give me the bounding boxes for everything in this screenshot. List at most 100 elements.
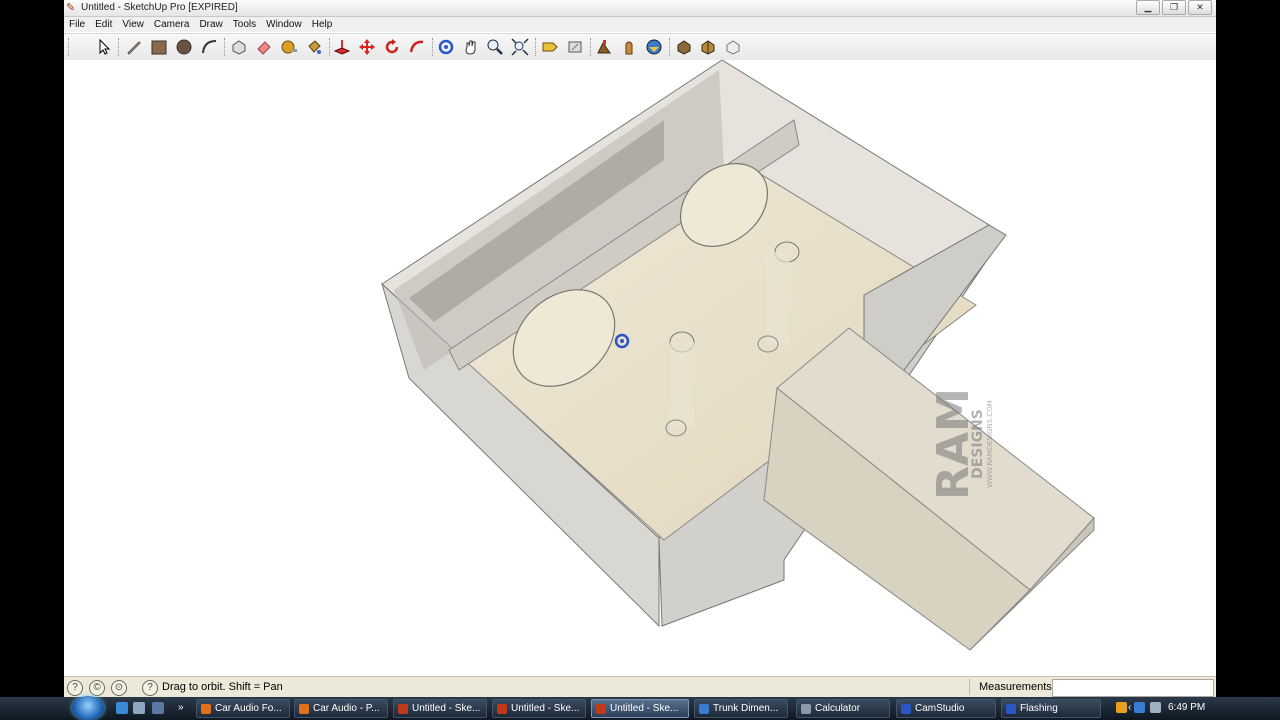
windows-taskbar: » Car Audio Fo... Car Audio - P... Untit… — [0, 696, 1280, 720]
share-model-icon[interactable] — [674, 37, 694, 57]
network-icon[interactable] — [1134, 702, 1145, 713]
taskbar-item[interactable]: Car Audio Fo... — [196, 699, 290, 718]
show-desktop-icon[interactable] — [133, 702, 145, 714]
title-bar: ✎ Untitled - SketchUp Pro [EXPIRED] ▁ ❐ … — [64, 0, 1216, 17]
tray-app-icon[interactable] — [1116, 702, 1127, 713]
firefox-icon — [299, 704, 309, 714]
screen-border-left — [0, 0, 64, 697]
document-icon — [699, 704, 709, 714]
menu-bar: File Edit View Camera Draw Tools Window … — [64, 17, 1216, 32]
taskbar-item[interactable]: CamStudio — [896, 699, 996, 718]
get-components-icon[interactable] — [698, 37, 718, 57]
toolbar-grip — [224, 38, 227, 56]
switch-windows-icon[interactable] — [152, 702, 164, 714]
measurements-label: Measurements — [979, 681, 1052, 693]
port-tube-body-2 — [766, 252, 790, 344]
menu-tools[interactable]: Tools — [228, 19, 261, 30]
taskbar-item-label: Car Audio - P... — [313, 703, 380, 714]
watermark-url: WWW.RAMDESIGNS.COM — [986, 400, 994, 488]
paint-bucket-icon[interactable] — [304, 37, 324, 57]
taskbar-item-label: Untitled - Ske... — [511, 703, 580, 714]
window-title: Untitled - SketchUp Pro [EXPIRED] — [81, 2, 238, 13]
eraser-icon[interactable] — [254, 37, 274, 57]
rectangle-icon[interactable] — [149, 37, 169, 57]
getting-started-toolbar — [64, 33, 1216, 61]
sketchup-icon — [398, 704, 408, 714]
status-message: Drag to orbit. Shift = Pan — [162, 681, 283, 693]
menu-camera[interactable]: Camera — [149, 19, 195, 30]
orbit-icon[interactable] — [436, 37, 456, 57]
help-icon[interactable]: ? — [142, 680, 158, 696]
menu-file[interactable]: File — [64, 19, 90, 30]
toolbar-grip — [669, 38, 672, 56]
menu-window[interactable]: Window — [261, 19, 307, 30]
select-icon[interactable] — [94, 37, 114, 57]
menu-view[interactable]: View — [117, 19, 149, 30]
toolbar-grip[interactable] — [68, 38, 71, 56]
taskbar-item-label: Untitled - Ske... — [610, 703, 679, 714]
sketchup-app-icon: ✎ — [66, 2, 76, 14]
toolbar-grip — [118, 38, 121, 56]
taskbar-item[interactable]: Car Audio - P... — [294, 699, 388, 718]
share-component-icon[interactable] — [723, 37, 743, 57]
status-bar: ? © ⊙ ? Drag to orbit. Shift = Pan Measu… — [64, 676, 1216, 698]
sketchup-icon — [497, 704, 507, 714]
zoom-extents-icon[interactable] — [510, 37, 530, 57]
move-icon[interactable] — [357, 37, 377, 57]
zoom-icon[interactable] — [485, 37, 505, 57]
taskbar-item[interactable]: Trunk Dimen... — [694, 699, 788, 718]
pan-icon[interactable] — [461, 37, 481, 57]
menu-help[interactable]: Help — [307, 19, 338, 30]
next-view-icon[interactable] — [565, 37, 585, 57]
clock[interactable]: 6:49 PM — [1168, 702, 1205, 713]
firefox-icon — [201, 704, 211, 714]
make-component-icon[interactable] — [229, 37, 249, 57]
taskbar-item[interactable]: Untitled - Ske... — [492, 699, 586, 718]
menu-draw[interactable]: Draw — [194, 19, 227, 30]
taskbar-item[interactable]: Flashing — [1001, 699, 1101, 718]
volume-icon[interactable] — [1150, 702, 1161, 713]
toggle-terrain-icon[interactable] — [619, 37, 639, 57]
watermark-sub: DESIGNS — [970, 409, 986, 479]
toolbar-grip — [590, 38, 593, 56]
menu-edit[interactable]: Edit — [90, 19, 117, 30]
pencil-icon[interactable] — [124, 37, 144, 57]
circle-icon[interactable] — [174, 37, 194, 57]
rotate-icon[interactable] — [382, 37, 402, 57]
quick-launch-expand-icon[interactable]: » — [178, 702, 186, 714]
taskbar-item-label: Calculator — [815, 703, 861, 714]
camstudio-icon — [1006, 704, 1016, 714]
ie-icon[interactable] — [116, 702, 128, 714]
sketchup-window: ✎ Untitled - SketchUp Pro [EXPIRED] ▁ ❐ … — [64, 0, 1216, 698]
port-tube-body-1 — [670, 342, 694, 428]
toolbar-grip — [432, 38, 435, 56]
geo-location-icon[interactable]: ? — [67, 680, 83, 696]
taskbar-item[interactable]: Untitled - Ske... — [393, 699, 487, 718]
maximize-button[interactable]: ❐ — [1162, 0, 1186, 15]
divider — [969, 679, 970, 695]
push-pull-icon[interactable] — [332, 37, 352, 57]
taskbar-item-active[interactable]: Untitled - Ske... — [591, 699, 689, 718]
sketchup-icon — [596, 704, 606, 714]
credits-icon[interactable]: © — [89, 680, 105, 696]
modeling-viewport[interactable]: RAM DESIGNS WWW.RAMDESIGNS.COM — [64, 60, 1216, 676]
arc-icon[interactable] — [199, 37, 219, 57]
camstudio-icon — [901, 704, 911, 714]
get-models-icon[interactable] — [644, 37, 664, 57]
close-button[interactable]: ✕ — [1188, 0, 1212, 15]
subwoofer-box-model: RAM DESIGNS WWW.RAMDESIGNS.COM — [381, 60, 1095, 651]
screen-border-right — [1216, 0, 1280, 697]
tape-measure-icon[interactable] — [279, 37, 299, 57]
toolbar-grip — [535, 38, 538, 56]
previous-view-icon[interactable] — [540, 37, 560, 57]
measurements-input[interactable] — [1052, 679, 1214, 697]
follow-me-icon[interactable] — [407, 37, 427, 57]
start-button[interactable] — [72, 696, 104, 720]
taskbar-item[interactable]: Calculator — [796, 699, 890, 718]
taskbar-item-label: Flashing — [1020, 703, 1058, 714]
add-location-icon[interactable] — [594, 37, 614, 57]
minimize-button[interactable]: ▁ — [1136, 0, 1160, 15]
user-icon[interactable]: ⊙ — [111, 680, 127, 696]
taskbar-item-label: Car Audio Fo... — [215, 703, 282, 714]
calculator-icon — [801, 704, 811, 714]
